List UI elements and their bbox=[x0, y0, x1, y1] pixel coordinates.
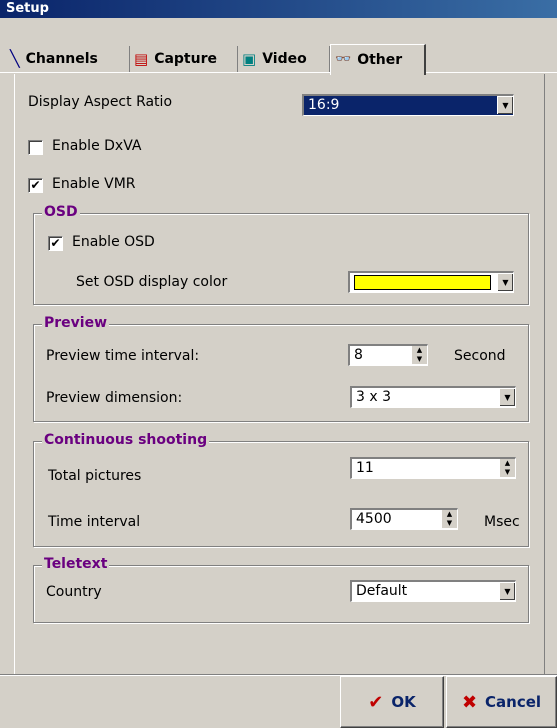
preview-dimension-value: 3 x 3 bbox=[356, 389, 391, 405]
preview-interval-spinner[interactable]: 8 ▲ ▼ bbox=[348, 344, 428, 366]
ok-button[interactable]: ✔ OK bbox=[340, 676, 444, 728]
country-value: Default bbox=[356, 583, 408, 599]
chevron-down-icon[interactable]: ▼ bbox=[499, 388, 515, 406]
aspect-ratio-select[interactable]: 16:9 ▼ bbox=[302, 94, 514, 116]
enable-osd-checkbox[interactable]: ✔ bbox=[48, 236, 63, 251]
country-label: Country bbox=[46, 584, 102, 600]
tab-other-label: Other bbox=[357, 52, 403, 68]
osd-color-swatch bbox=[354, 275, 491, 290]
enable-vmr-label: Enable VMR bbox=[52, 176, 136, 192]
time-interval-unit: Msec bbox=[484, 514, 520, 530]
total-pictures-label: Total pictures bbox=[48, 468, 142, 484]
chevron-down-icon[interactable]: ▼ bbox=[497, 273, 513, 291]
enable-dxva-label: Enable DxVA bbox=[52, 138, 142, 154]
glasses-icon: 👓 bbox=[335, 52, 352, 67]
aspect-ratio-label: Display Aspect Ratio bbox=[28, 94, 173, 110]
preview-dimension-label: Preview dimension: bbox=[46, 390, 183, 406]
tab-channels-label: Channels bbox=[25, 51, 98, 67]
chevron-down-icon[interactable]: ▼ bbox=[497, 96, 513, 114]
tab-capture-label: Capture bbox=[154, 51, 217, 67]
satellite-dish-icon: ╲ bbox=[10, 49, 20, 68]
time-interval-spinner[interactable]: 4500 ▲ ▼ bbox=[350, 508, 458, 530]
enable-dxva-checkbox[interactable] bbox=[28, 140, 43, 155]
continuous-group-title: Continuous shooting bbox=[42, 432, 210, 448]
tab-capture[interactable]: ▤ Capture bbox=[130, 46, 238, 72]
cancel-button-label: Cancel bbox=[485, 693, 542, 711]
preview-interval-value: 8 bbox=[354, 347, 363, 363]
time-interval-value: 4500 bbox=[356, 511, 392, 527]
tab-other[interactable]: 👓 Other bbox=[330, 44, 426, 75]
osd-color-select[interactable]: ▼ bbox=[348, 271, 514, 293]
osd-color-label: Set OSD display color bbox=[76, 274, 228, 290]
tab-channels[interactable]: ╲ Channels bbox=[6, 46, 130, 72]
preview-group-title: Preview bbox=[42, 315, 110, 331]
spinner-arrows-icon[interactable]: ▲ ▼ bbox=[499, 459, 515, 477]
spinner-arrows-icon[interactable]: ▲ ▼ bbox=[441, 510, 457, 528]
enable-vmr-checkbox[interactable]: ✔ bbox=[28, 178, 43, 193]
preview-dimension-select[interactable]: 3 x 3 ▼ bbox=[350, 386, 516, 408]
osd-group-title: OSD bbox=[42, 204, 80, 220]
spinner-arrows-icon[interactable]: ▲ ▼ bbox=[411, 346, 427, 364]
time-interval-label: Time interval bbox=[48, 514, 141, 530]
ok-button-label: OK bbox=[391, 693, 416, 711]
cancel-button[interactable]: ✖ Cancel bbox=[446, 676, 557, 728]
close-icon: ✖ bbox=[461, 691, 478, 713]
tab-video-label: Video bbox=[262, 51, 307, 67]
teletext-group-title: Teletext bbox=[42, 556, 110, 572]
tab-video[interactable]: ▣ Video bbox=[238, 46, 330, 72]
total-pictures-spinner[interactable]: 11 ▲ ▼ bbox=[350, 457, 516, 479]
chevron-down-icon[interactable]: ▼ bbox=[499, 582, 515, 600]
country-select[interactable]: Default ▼ bbox=[350, 580, 516, 602]
total-pictures-value: 11 bbox=[356, 460, 374, 476]
enable-osd-label: Enable OSD bbox=[72, 234, 155, 250]
preview-interval-label: Preview time interval: bbox=[46, 348, 200, 364]
checkmark-icon: ✔ bbox=[368, 691, 384, 713]
preview-interval-unit: Second bbox=[454, 348, 506, 364]
window-title: Setup bbox=[0, 0, 557, 18]
aspect-ratio-value: 16:9 bbox=[308, 97, 340, 113]
tv-icon: ▣ bbox=[242, 50, 257, 68]
capture-card-icon: ▤ bbox=[134, 50, 149, 68]
